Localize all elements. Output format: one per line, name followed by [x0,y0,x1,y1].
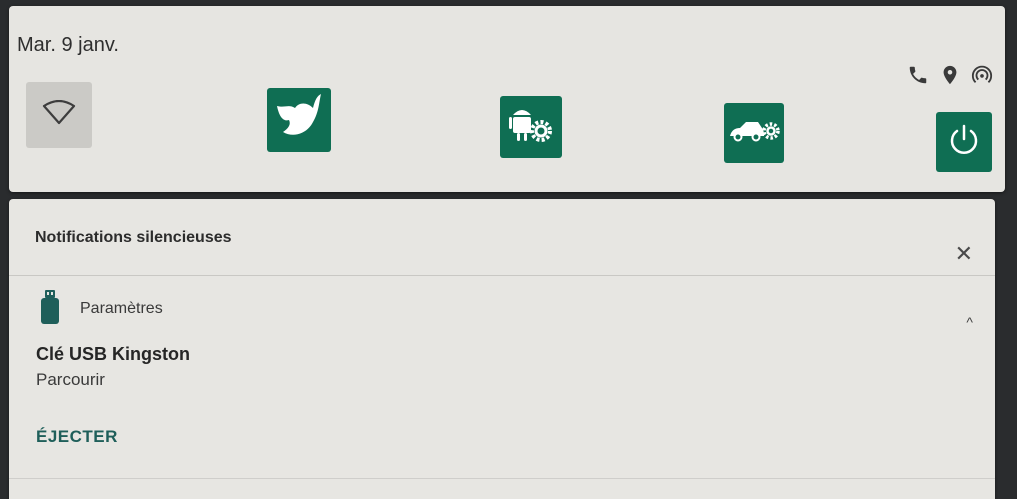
hotspot-icon [971,64,993,86]
notification-item[interactable]: Paramètres ^ Clé USB Kingston Parcourir … [9,276,995,496]
android-settings-tile[interactable] [500,96,562,158]
notification-title: Clé USB Kingston [36,344,191,364]
android-gear-icon [507,103,555,152]
power-icon [947,123,981,162]
section-title: Notifications silencieuses [35,229,232,246]
chevron-up-icon[interactable]: ^ [966,314,973,330]
wifi-tile[interactable] [26,82,92,148]
car-settings-tile[interactable] [724,103,784,163]
car-gear-icon [728,116,780,151]
quick-settings-panel: Mar. 9 janv. [9,6,1005,192]
wifi-icon [42,99,76,131]
power-tile[interactable] [936,112,992,172]
close-icon[interactable]: ✕ [955,243,973,265]
divider [9,478,995,479]
notification-card: Notifications silencieuses ✕ Paramètres … [9,199,995,499]
location-icon [939,64,961,86]
status-icons [907,64,993,86]
eject-button[interactable]: ÉJECTER [36,427,118,447]
cleaner-app-tile[interactable] [267,88,331,152]
phone-icon [907,64,929,86]
notification-section-header: Notifications silencieuses ✕ [9,199,995,276]
brush-leaf-icon [273,92,325,149]
usb-stick-icon [39,290,61,329]
notification-text: Parcourir [36,370,105,389]
date-label: Mar. 9 janv. [17,34,119,56]
app-name: Paramètres [80,300,163,317]
